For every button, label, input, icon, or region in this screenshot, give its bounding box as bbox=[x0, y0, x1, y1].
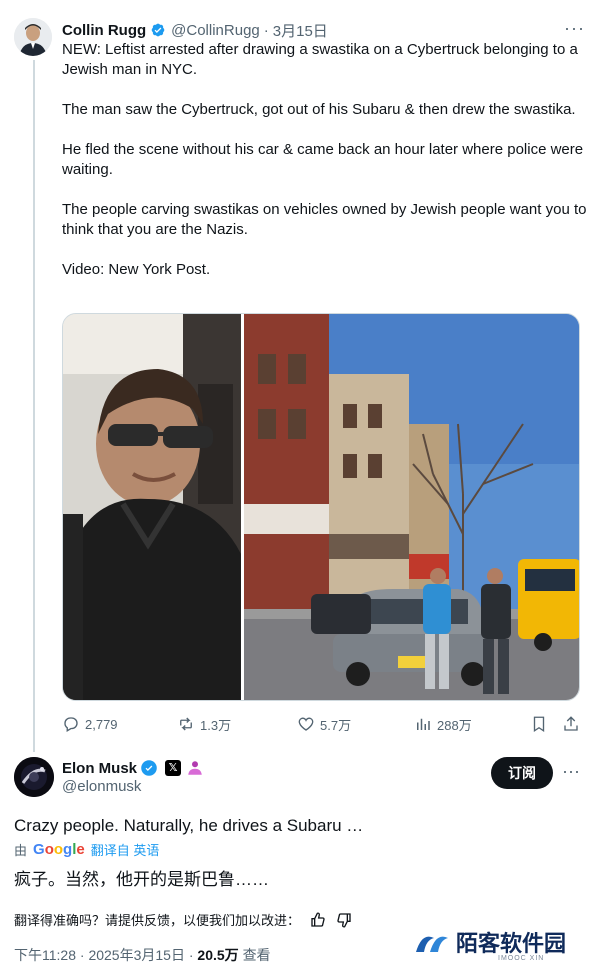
reply-icon bbox=[64, 717, 78, 732]
thread-connector-line bbox=[33, 60, 35, 752]
tweet-meta: 下午11:28 · 2025年3月15日 · 20.5万 查看 bbox=[14, 945, 271, 965]
elon-musk-avatar[interactable] bbox=[14, 757, 54, 797]
feedback-prompt: 翻译得准确吗？请提供反馈，以便我们加以改进： bbox=[14, 913, 301, 928]
views-chart-icon bbox=[417, 718, 430, 730]
main-author-name[interactable]: Elon Musk bbox=[62, 760, 137, 777]
bookmark-icon bbox=[533, 716, 545, 733]
like-button[interactable]: 5.7万 bbox=[297, 712, 351, 736]
tweet-date[interactable]: 3月15日 bbox=[273, 20, 328, 41]
quoted-tweet-header: Collin Rugg @CollinRugg · 3月15日 ··· bbox=[62, 18, 585, 41]
main-author-handle[interactable]: @elonmusk bbox=[62, 778, 141, 795]
quoted-tweet[interactable]: Collin Rugg @CollinRugg · 3月15日 ··· NEW:… bbox=[0, 0, 597, 752]
verified-badge-icon bbox=[141, 760, 157, 776]
more-options-icon[interactable]: ··· bbox=[564, 18, 585, 39]
collin-rugg-avatar[interactable] bbox=[14, 18, 52, 56]
translate-prefix: 由 bbox=[14, 843, 28, 858]
reply-count: 2,779 bbox=[85, 716, 118, 732]
watermark-text: 陌客软件园 bbox=[456, 931, 567, 957]
site-watermark: 陌客软件园 IMOOC XIN bbox=[412, 918, 592, 968]
author-handle[interactable]: @CollinRugg bbox=[171, 22, 260, 39]
reply-button[interactable]: 2,779 bbox=[62, 712, 118, 736]
tweet-video-thumbnail[interactable] bbox=[62, 313, 580, 701]
verified-badge-icon bbox=[151, 23, 165, 37]
repost-icon bbox=[180, 717, 192, 731]
bookmark-button[interactable] bbox=[530, 712, 548, 736]
gov-affiliate-person-icon[interactable] bbox=[186, 759, 204, 777]
views-button[interactable]: 288万 bbox=[414, 712, 472, 736]
tweet-paragraph: The people carving swastikas on vehicles… bbox=[62, 201, 587, 238]
x-affiliate-badge-icon[interactable]: 𝕏 bbox=[165, 760, 182, 776]
author-name[interactable]: Collin Rugg bbox=[62, 22, 146, 39]
repost-button[interactable]: 1.3万 bbox=[177, 712, 231, 736]
tweet-time[interactable]: 下午11:28 bbox=[14, 947, 76, 963]
watermark-subtext: IMOOC XIN bbox=[498, 955, 545, 962]
translated-text: 疯子。当然，他开的是斯巴鲁…… bbox=[14, 870, 269, 889]
translation-feedback: 翻译得准确吗？请提供反馈，以便我们加以改进： bbox=[14, 910, 352, 929]
meta-separator: · bbox=[79, 947, 85, 963]
tweet-paragraph: He fled the scene without his car & came… bbox=[62, 141, 584, 178]
like-count: 5.7万 bbox=[320, 717, 352, 733]
google-logo: Google bbox=[33, 841, 85, 858]
translation-attribution: 由 Google 翻译自 英语 bbox=[14, 840, 159, 859]
tweet-actions-bar: 2,779 1.3万 5.7万 288万 bbox=[62, 712, 582, 736]
header-separator: · bbox=[263, 21, 269, 39]
share-icon bbox=[564, 716, 578, 731]
tweet-paragraph: Video: New York Post. bbox=[62, 261, 211, 278]
thumbs-up-icon[interactable] bbox=[310, 912, 326, 928]
quoted-tweet-text: NEW: Leftist arrested after drawing a sw… bbox=[62, 40, 587, 300]
views-count: 288万 bbox=[437, 717, 472, 733]
views-label: 查看 bbox=[242, 947, 271, 963]
heart-icon bbox=[298, 717, 314, 731]
main-author-row: Elon Musk 𝕏 bbox=[62, 758, 204, 778]
translated-from-link[interactable]: 翻译自 英语 bbox=[91, 840, 160, 859]
more-options-icon[interactable]: ··· bbox=[562, 761, 580, 782]
views-total: 20.5万 bbox=[197, 947, 239, 963]
thumbs-down-icon[interactable] bbox=[336, 912, 352, 928]
tweet-full-date[interactable]: 2025年3月15日 bbox=[88, 947, 185, 963]
repost-count: 1.3万 bbox=[200, 717, 232, 733]
watermark-logo-icon bbox=[416, 936, 448, 952]
share-button[interactable] bbox=[562, 712, 580, 736]
meta-separator: · bbox=[188, 947, 194, 963]
tweet-paragraph: NEW: Leftist arrested after drawing a sw… bbox=[62, 41, 578, 78]
tweet-paragraph: The man saw the Cybertruck, got out of h… bbox=[62, 101, 576, 118]
main-tweet-text: Crazy people. Naturally, he drives a Sub… bbox=[14, 816, 364, 835]
subscribe-button[interactable]: 订阅 bbox=[491, 757, 553, 789]
